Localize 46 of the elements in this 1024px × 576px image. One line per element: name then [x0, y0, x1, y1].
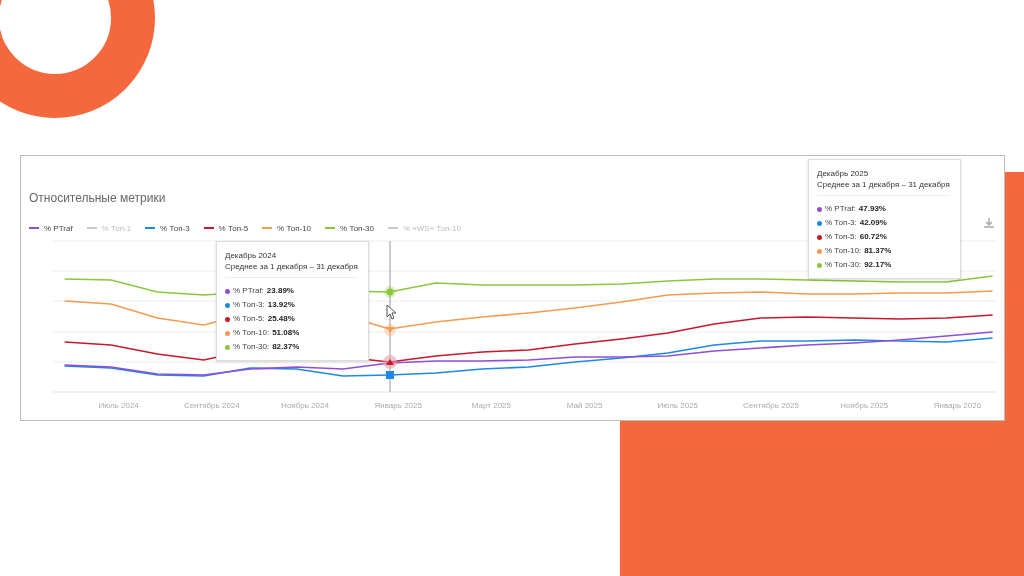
legend-item[interactable]: % PTraf — [29, 223, 73, 233]
legend-item[interactable]: % Топ-30 — [325, 223, 374, 233]
tooltip-label: % Топ-10: — [825, 245, 862, 257]
tooltip-label: % Топ-30: — [233, 341, 270, 353]
legend-item[interactable]: % Топ-10 — [262, 223, 312, 233]
tooltip-label: % PTraf: — [825, 203, 856, 215]
tooltip-label: % Топ-5: — [233, 313, 265, 325]
tooltip-value: 42.09% — [859, 217, 887, 229]
axis-label: Январь 2025 — [373, 400, 423, 410]
tooltip-value: 82.37% — [272, 341, 300, 353]
tooltip-title: Декабрь 2025 — [817, 168, 870, 179]
axis-label: Ноябрь 2024 — [280, 400, 330, 410]
tooltip-label: % Топ-3: — [825, 217, 857, 229]
tooltip-value: 47.93% — [858, 203, 886, 215]
tooltip-value: 13.92% — [267, 299, 295, 311]
axis-label: Май 2025 — [565, 400, 604, 410]
axis-label: Июль 2025 — [656, 400, 700, 410]
axis-label: Июль 2024 — [97, 400, 140, 410]
point-marker — [384, 286, 396, 298]
tooltip-title: Декабрь 2024 — [225, 250, 278, 261]
point-marker — [386, 371, 394, 379]
point-marker — [383, 355, 397, 369]
tooltip-label: % Топ-30: — [825, 259, 862, 271]
tooltip-value: 92.17% — [864, 259, 892, 271]
legend-item[interactable]: % Топ-5 — [203, 223, 249, 233]
legend-item[interactable]: % Топ-3 — [145, 223, 190, 233]
tooltip-label: % PTraf: — [233, 285, 264, 297]
tooltip-label: % Топ-3: — [233, 299, 265, 311]
axis-label: Январь 2026 — [932, 400, 983, 410]
tooltip-value: 60.72% — [859, 231, 887, 243]
axis-label: Март 2025 — [470, 400, 512, 410]
chart-title: Относительные метрики — [29, 191, 166, 207]
tooltip-value: 25.48% — [267, 313, 295, 325]
axis-label: Ноябрь 2025 — [839, 400, 890, 410]
cursor-icon — [386, 304, 396, 320]
tooltip-label: % Топ-5: — [825, 231, 857, 243]
tooltip-subtitle: Среднее за 1 декабря – 31 декабря — [225, 261, 358, 278]
tooltip-value: 23.89% — [266, 285, 294, 297]
axis-label: Сентябрь 2025 — [742, 400, 800, 410]
point-marker — [384, 324, 396, 336]
tooltip-label: % Топ-10: — [233, 327, 270, 339]
download-icon[interactable] — [983, 217, 995, 229]
tooltip-subtitle: Среднее за 1 декабря – 31 декабря — [817, 179, 950, 196]
tooltip-value: 51.08% — [272, 327, 300, 339]
axis-label: Сентябрь 2024 — [182, 400, 241, 410]
tooltip-value: 81.37% — [864, 245, 892, 257]
